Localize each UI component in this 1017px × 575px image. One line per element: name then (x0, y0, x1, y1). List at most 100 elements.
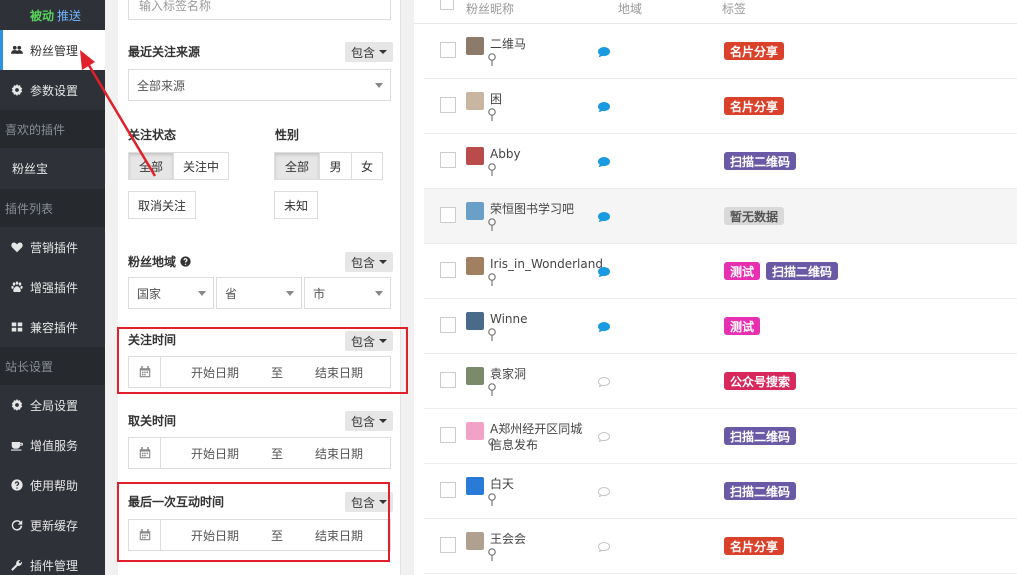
chat-bubble-icon[interactable] (598, 487, 610, 497)
fan-nickname[interactable]: Winne (490, 311, 586, 327)
fan-nickname[interactable]: 困 (490, 91, 586, 107)
status-unfollowed-button[interactable]: 取消关注 (128, 191, 196, 219)
status-following-button[interactable]: 关注中 (173, 152, 229, 180)
table-row[interactable]: Winne 测试 (424, 299, 1017, 354)
chat-bubble-icon[interactable] (598, 212, 610, 222)
table-row[interactable]: Iris_in_Wonderland 测试 扫描二维码 (424, 244, 1017, 299)
chat-bubble-icon[interactable] (598, 377, 610, 387)
gender-unknown-icon (488, 53, 496, 66)
avatar (466, 37, 484, 55)
include-label: 包含 (351, 255, 376, 270)
fan-nickname[interactable]: Iris_in_Wonderland (490, 256, 603, 272)
paw-icon (10, 280, 24, 294)
dropdown-arrow-icon (375, 83, 383, 88)
sidebar-item-global-settings[interactable]: 全局设置 (0, 385, 105, 425)
chat-bubble-icon[interactable] (598, 432, 610, 442)
fan-tag: 暂无数据 (724, 207, 785, 225)
city-select[interactable]: 市 (304, 277, 391, 309)
sidebar-item-label: 增值服务 (30, 438, 79, 453)
table-row[interactable]: 困 名片分享 (424, 79, 1017, 134)
table-row[interactable]: 袁家洞 公众号搜索 (424, 354, 1017, 409)
gender-all-button[interactable]: 全部 (274, 152, 320, 180)
sidebar-top-push: 推送 (57, 8, 82, 23)
fan-tag: 测试 (724, 262, 761, 280)
tag-list: 测试 扫描二维码 (724, 262, 844, 280)
fan-nickname[interactable]: 王会会 (490, 531, 586, 547)
sidebar-item-help[interactable]: 使用帮助 (0, 465, 105, 505)
chat-bubble-icon[interactable] (598, 542, 610, 552)
unfollow-time-label: 取关时间 (128, 414, 177, 428)
tag-search-input[interactable]: 输入标签名称 (128, 0, 391, 20)
gender-male-button[interactable]: 男 (319, 152, 352, 180)
fan-nickname[interactable]: 白天 (490, 476, 586, 492)
chat-bubble-icon[interactable] (598, 47, 610, 57)
follow-status-label: 关注状态 (128, 128, 177, 142)
gender-label: 性别 (275, 128, 300, 142)
table-row[interactable]: 白天 扫描二维码 (424, 464, 1017, 519)
source-include-dropdown[interactable]: 包含 (345, 42, 394, 62)
header-nickname: 粉丝昵称 (466, 2, 515, 16)
chat-bubble-icon[interactable] (598, 157, 610, 167)
gender-female-button[interactable]: 女 (351, 152, 383, 180)
row-checkbox[interactable] (440, 97, 456, 113)
help-icon[interactable] (180, 256, 191, 267)
fan-list: 粉丝昵称 地域 标签 二维马 名片分享困名片分享 Abby 扫描二维码 荣恒图书学习吧暂… (414, 0, 1017, 575)
chat-bubble-icon[interactable] (598, 102, 610, 112)
row-checkbox[interactable] (440, 372, 456, 388)
fan-tag: 扫描二维码 (724, 152, 797, 170)
sidebar-item-plugin-management[interactable]: 插件管理 (0, 545, 105, 575)
row-checkbox[interactable] (440, 262, 456, 278)
table-row[interactable]: Abby 扫描二维码 (424, 134, 1017, 189)
sidebar-section-favorites: 喜欢的插件 (0, 110, 105, 148)
select-all-checkbox[interactable] (440, 0, 454, 10)
gender-unknown-button[interactable]: 未知 (274, 191, 318, 219)
table-row[interactable]: A郑州经开区同城信息发布 扫描二维码 (424, 409, 1017, 464)
sidebar-item-refresh-cache[interactable]: 更新缓存 (0, 505, 105, 545)
sidebar-item-fan-management[interactable]: 粉丝管理 (0, 30, 105, 70)
row-checkbox[interactable] (440, 427, 456, 443)
country-select[interactable]: 国家 (128, 277, 214, 309)
row-checkbox[interactable] (440, 207, 456, 223)
sidebar-item-label: 更新缓存 (30, 518, 79, 533)
sidebar: 被动 推送 粉丝管理 参数设置 喜欢的插件 粉丝宝 插件列表 营销插件 增强插件… (0, 0, 105, 575)
province-select[interactable]: 省 (216, 277, 302, 309)
dropdown-arrow-icon (286, 291, 294, 296)
sidebar-item-compat-plugins[interactable]: 兼容插件 (0, 307, 105, 347)
row-checkbox[interactable] (440, 42, 456, 58)
fan-nickname[interactable]: 袁家洞 (490, 366, 586, 382)
sidebar-item-label: 插件管理 (30, 558, 79, 573)
table-row[interactable]: 二维马 名片分享 (424, 24, 1017, 79)
row-checkbox[interactable] (440, 152, 456, 168)
fan-nickname[interactable]: A郑州经开区同城信息发布 (490, 421, 586, 453)
fan-nickname[interactable]: 二维马 (490, 36, 586, 52)
fan-nickname[interactable]: Abby (490, 146, 586, 162)
fan-nickname[interactable]: 荣恒图书学习吧 (490, 201, 586, 217)
table-row[interactable]: 荣恒图书学习吧 暂无数据 (424, 189, 1017, 244)
region-include-dropdown[interactable]: 包含 (345, 252, 394, 272)
sidebar-item-marketing-plugins[interactable]: 营销插件 (0, 227, 105, 267)
gender-unknown-icon (488, 218, 496, 231)
source-select[interactable]: 全部来源 (128, 69, 391, 101)
status-all-button[interactable]: 全部 (128, 152, 174, 180)
unfollow-time-include-dropdown[interactable]: 包含 (345, 411, 394, 431)
row-checkbox[interactable] (440, 537, 456, 553)
sidebar-item-enhance-plugins[interactable]: 增强插件 (0, 267, 105, 307)
avatar (466, 367, 484, 385)
include-label: 包含 (351, 45, 376, 60)
avatar (466, 202, 484, 220)
sidebar-top-link[interactable]: 被动 推送 (0, 0, 105, 30)
unfollow-time-range-input[interactable]: 开始日期 至 结束日期 (128, 437, 391, 469)
sidebar-item-fanbao[interactable]: 粉丝宝 (0, 148, 105, 189)
sidebar-item-label: 兼容插件 (30, 320, 79, 335)
chat-bubble-icon[interactable] (598, 267, 610, 277)
city-select-value: 市 (313, 286, 326, 301)
avatar (466, 477, 484, 495)
region-label: 粉丝地域 (128, 253, 191, 270)
chat-bubble-icon[interactable] (598, 322, 610, 332)
row-checkbox[interactable] (440, 482, 456, 498)
fan-tag: 扫描二维码 (766, 262, 839, 280)
sidebar-item-param-settings[interactable]: 参数设置 (0, 70, 105, 110)
row-checkbox[interactable] (440, 317, 456, 333)
sidebar-item-value-added[interactable]: 增值服务 (0, 425, 105, 465)
table-row[interactable]: 王会会 名片分享 (424, 519, 1017, 574)
